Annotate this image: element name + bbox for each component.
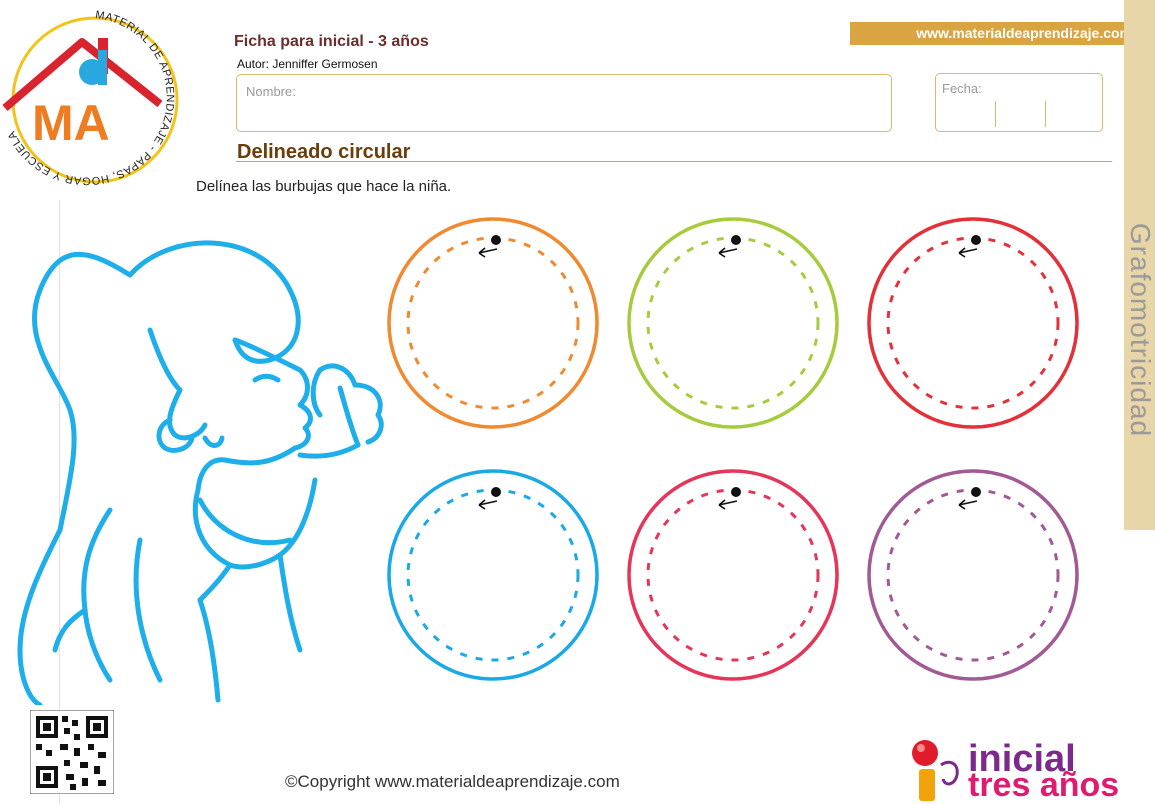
bubble-tracing-guide[interactable] [648,238,818,408]
worksheet-title: Ficha para inicial - 3 años [234,33,429,51]
bubble-tracing-guide[interactable] [648,490,818,660]
start-dot [731,487,741,497]
start-dot [731,235,741,245]
instruction-text: Delínea las burbujas que hace la niña. [196,178,451,195]
bubble-tracing-guide[interactable] [888,490,1058,660]
bubble-6[interactable] [869,471,1077,679]
author-text: Autor: Jenniffer Germosen [237,57,378,71]
bubble-1[interactable] [389,219,597,427]
direction-arrow-icon [479,500,497,509]
copyright-text: ©Copyright www.materialdeaprendizaje.com [285,772,620,792]
date-label: Fecha: [942,81,982,96]
date-separator [1045,101,1046,127]
start-dot [971,235,981,245]
start-dot [971,487,981,497]
bubble-tracing-area[interactable] [380,210,1100,695]
girl-blowing-bubbles-illustration [0,210,390,705]
direction-arrow-icon [479,248,497,257]
date-separator [995,101,996,127]
name-field[interactable] [236,74,892,132]
bubble-5[interactable] [629,471,837,679]
bubble-3[interactable] [869,219,1077,427]
logo-monogram: MA [32,95,110,151]
brand-logo: MATERIAL DE APRENDIZAJE - PAPAS, HOGAR Y… [0,0,200,200]
direction-arrow-icon [719,500,737,509]
qr-code-icon[interactable] [30,710,114,794]
name-label: Nombre: [246,84,296,99]
bubble-tracing-guide[interactable] [408,238,578,408]
direction-arrow-icon [959,500,977,509]
bubble-tracing-guide[interactable] [408,490,578,660]
bubble-tracing-guide[interactable] [888,238,1058,408]
start-dot [491,235,501,245]
category-label: Grafomotricidad [1124,223,1155,437]
site-url-banner[interactable]: www.materialdeaprendizaje.com [850,22,1140,45]
section-divider [236,161,1112,162]
bubble-2[interactable] [629,219,837,427]
brand-text-tres-anos: tres años [968,766,1119,805]
direction-arrow-icon [959,248,977,257]
brand-mascot-icon [905,735,973,803]
direction-arrow-icon [719,248,737,257]
bubble-4[interactable] [389,471,597,679]
start-dot [491,487,501,497]
